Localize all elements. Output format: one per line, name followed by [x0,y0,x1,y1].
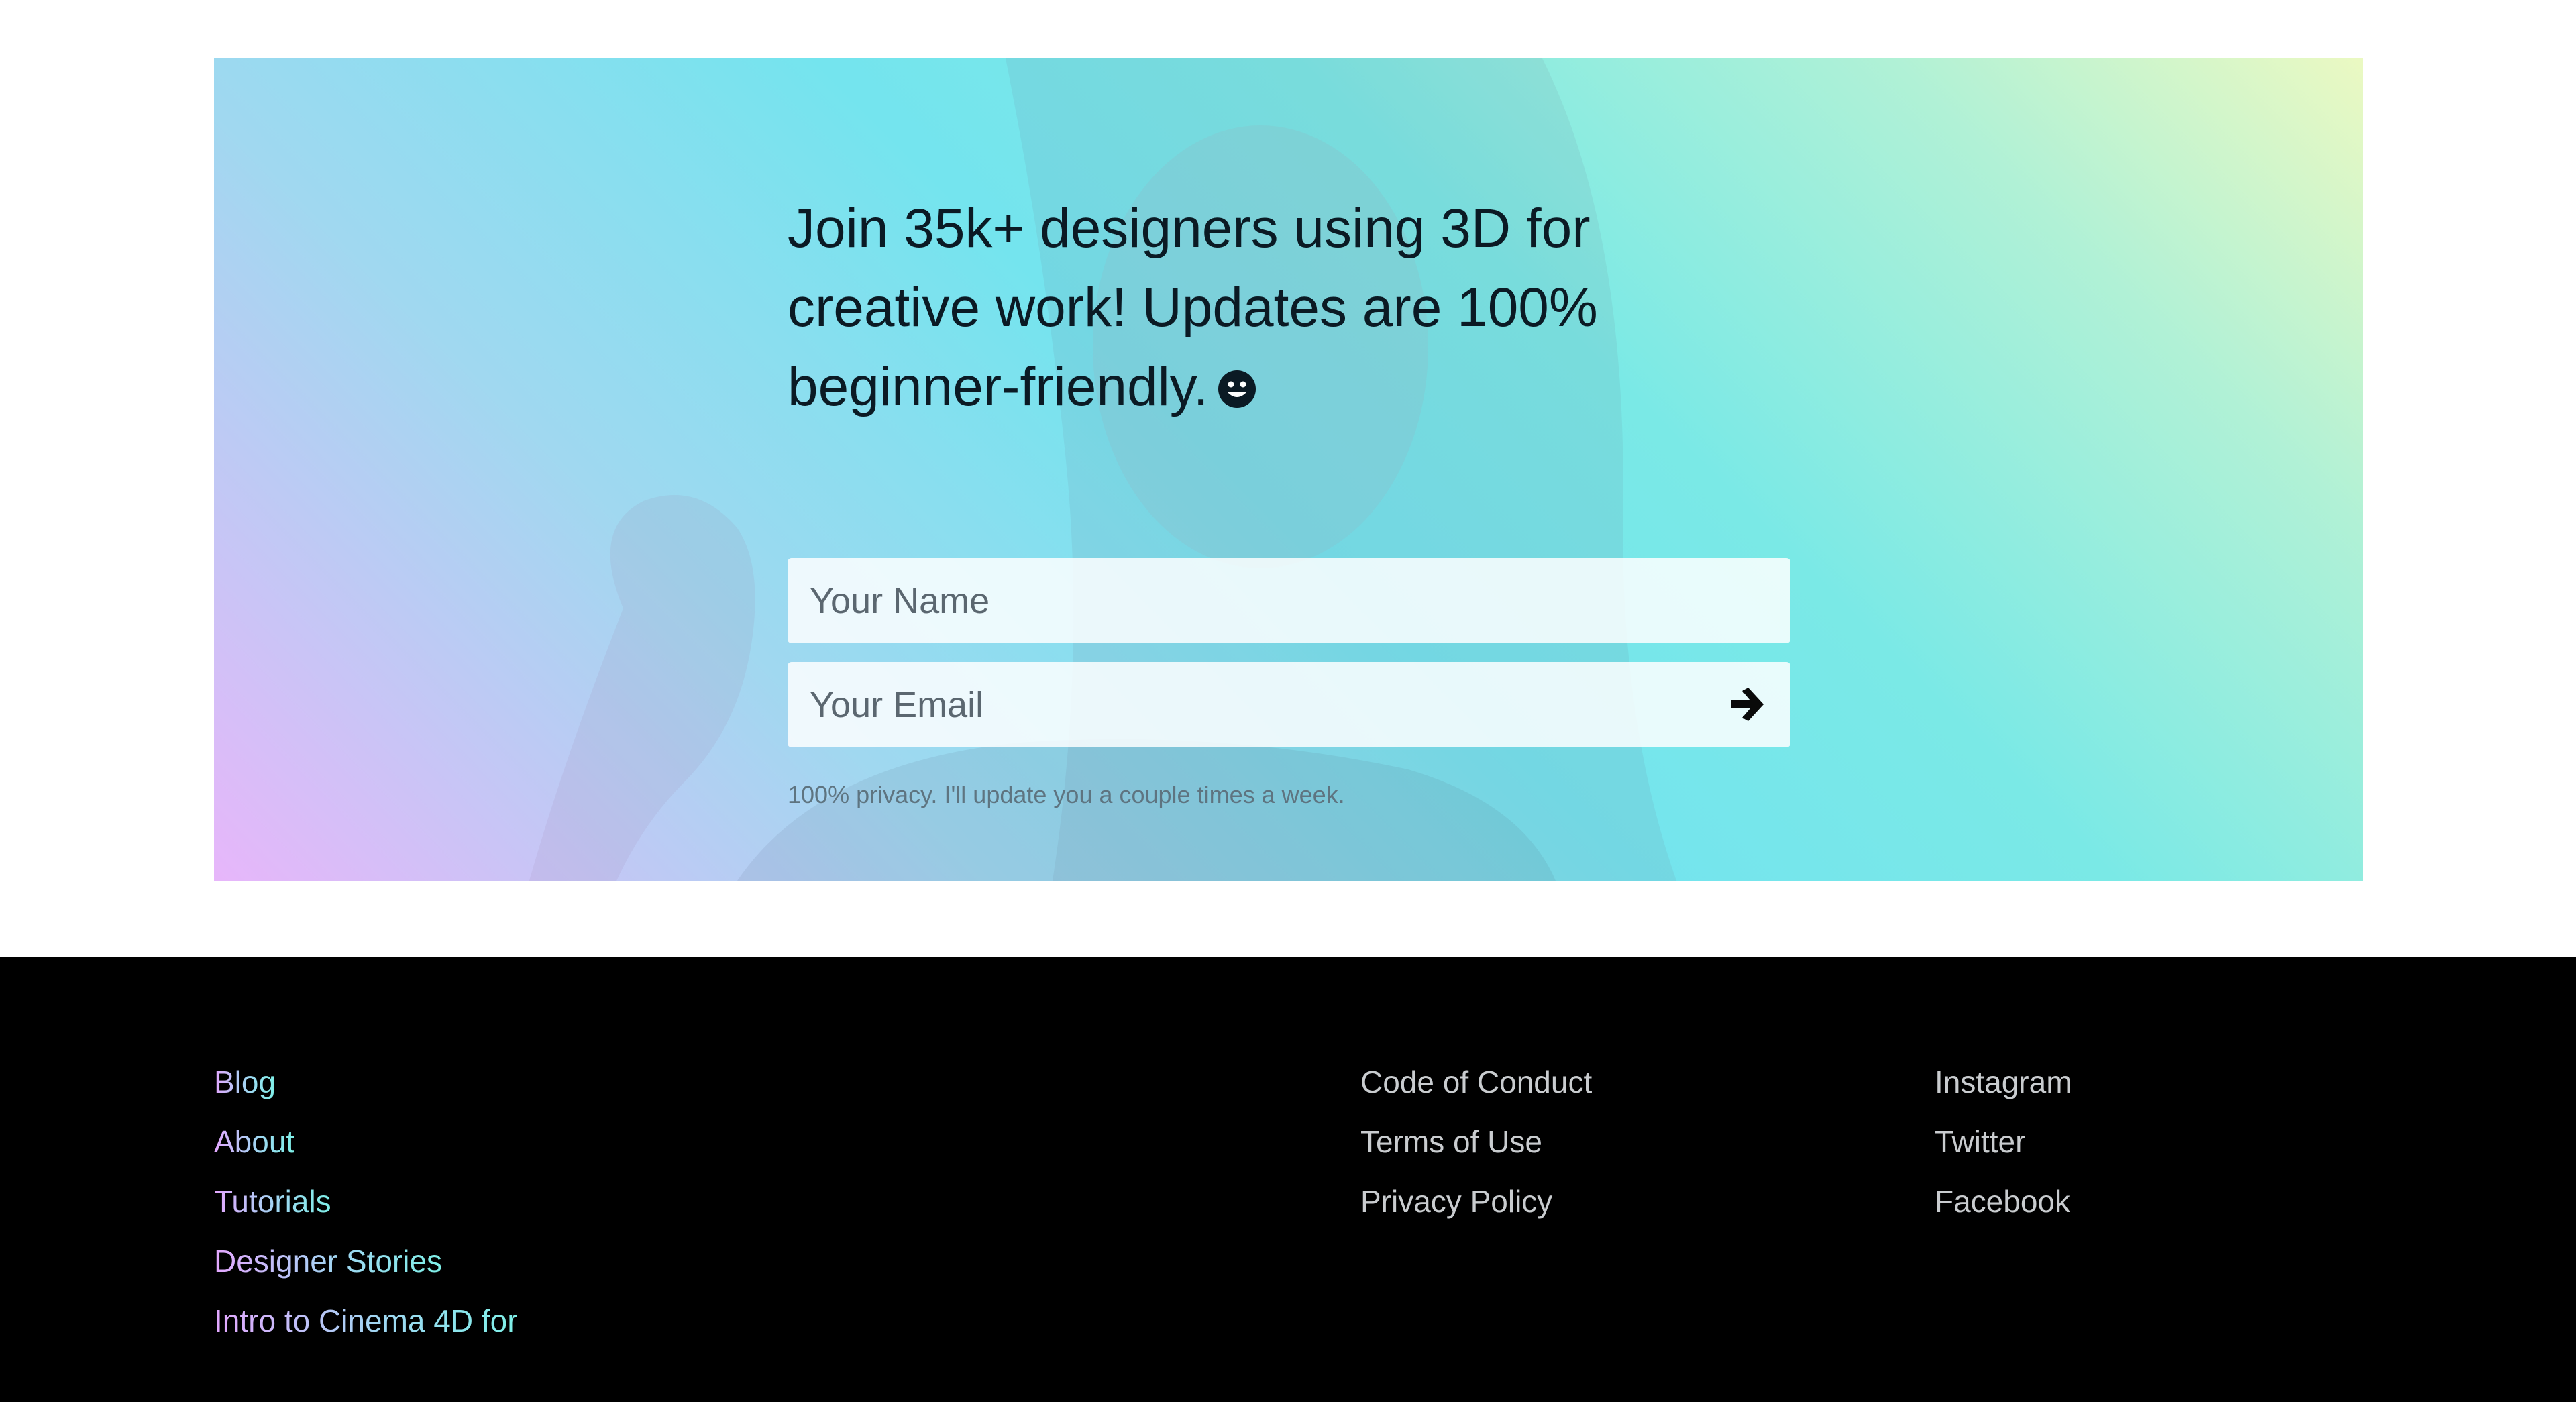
footer-item: Terms of Use [1360,1120,1592,1179]
footer-primary-links: Blog About Tutorials Designer Stories In… [214,1060,518,1358]
footer-item: Twitter [1935,1120,2072,1179]
footer-item: Instagram [1935,1060,2072,1120]
smiling-face-icon [1217,369,1257,409]
footer-link-facebook[interactable]: Facebook [1935,1184,2070,1219]
footer-link-blog[interactable]: Blog [214,1065,276,1099]
site-footer: Blog About Tutorials Designer Stories In… [0,957,2576,1402]
signup-headline-text: Join 35k+ designers using 3D for creativ… [788,198,1598,417]
footer-item: Blog [214,1060,518,1120]
footer-link-code-of-conduct[interactable]: Code of Conduct [1360,1065,1592,1099]
footer-link-intro-cinema-4d[interactable]: Intro to Cinema 4D for [214,1303,518,1338]
footer-link-instagram[interactable]: Instagram [1935,1065,2072,1099]
footer-link-terms-of-use[interactable]: Terms of Use [1360,1124,1542,1159]
footer-link-tutorials[interactable]: Tutorials [214,1184,331,1219]
email-field [788,662,1790,747]
name-field [788,558,1790,643]
footer-link-twitter[interactable]: Twitter [1935,1124,2025,1159]
footer-item: Facebook [1935,1179,2072,1239]
footer-link-about[interactable]: About [214,1124,294,1159]
footer-link-privacy-policy[interactable]: Privacy Policy [1360,1184,1552,1219]
footer-item: Designer Stories [214,1239,518,1299]
newsletter-hero: Join 35k+ designers using 3D for creativ… [214,58,2363,881]
email-input[interactable] [788,662,1790,747]
footer-link-designer-stories[interactable]: Designer Stories [214,1244,442,1279]
signup-form: Join 35k+ designers using 3D for creativ… [788,189,1794,808]
arrow-right-icon [1731,688,1764,721]
footer-item: Tutorials [214,1179,518,1239]
footer-legal-links: Code of Conduct Terms of Use Privacy Pol… [1360,1060,1592,1239]
submit-button[interactable] [1726,682,1770,726]
footer-item: Code of Conduct [1360,1060,1592,1120]
footer-item: About [214,1120,518,1179]
name-input[interactable] [788,558,1790,643]
signup-headline: Join 35k+ designers using 3D for creativ… [788,189,1794,427]
privacy-note: 100% privacy. I'll update you a couple t… [788,781,1345,808]
footer-item: Intro to Cinema 4D for [214,1299,518,1358]
hero-background-photo [214,58,2363,881]
footer-social-links: Instagram Twitter Facebook [1935,1060,2072,1239]
footer-item: Privacy Policy [1360,1179,1592,1239]
